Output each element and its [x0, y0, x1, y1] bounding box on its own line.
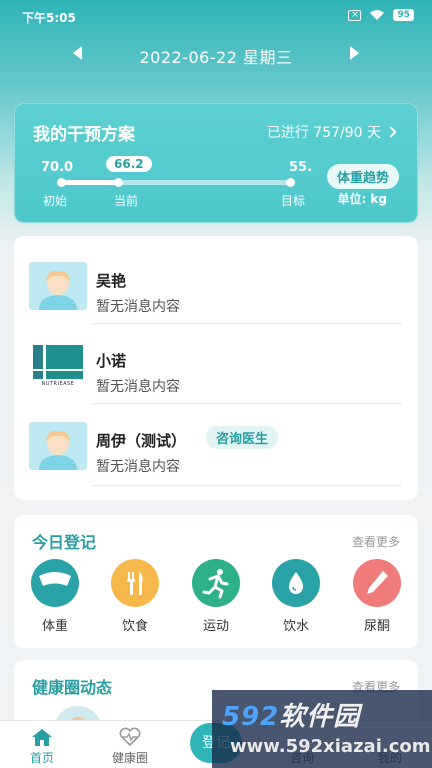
- consult-doctor-tag[interactable]: 咨询医生: [206, 426, 279, 449]
- current-weight-badge: 66.2: [106, 156, 152, 172]
- running-icon: [192, 559, 240, 607]
- status-bar: 下午5:05 × 95: [0, 0, 432, 30]
- contact-message: 暂无消息内容: [96, 379, 180, 395]
- contact-message: 暂无消息内容: [96, 299, 180, 315]
- today-see-more-link[interactable]: 查看更多: [352, 533, 400, 550]
- register-ketone-button[interactable]: 尿酮: [350, 559, 404, 634]
- tab-home[interactable]: 首页: [12, 727, 72, 766]
- wifi-icon: [370, 10, 385, 20]
- tab-label: 健康圈: [111, 751, 148, 765]
- register-weight-button[interactable]: 体重: [28, 559, 82, 634]
- water-drop-icon: [272, 559, 320, 607]
- heart-pulse-icon: [100, 727, 160, 747]
- doctor-avatar: [29, 262, 87, 310]
- test-strip-icon: [353, 559, 401, 607]
- initial-marker: [57, 178, 66, 187]
- chevron-right-icon: [385, 126, 397, 138]
- divider: [92, 403, 402, 404]
- date-bar: 2022-06-22 星期三: [0, 40, 432, 68]
- watermark-number: 592: [222, 702, 280, 732]
- register-label: 饮食: [121, 619, 148, 634]
- contact-item[interactable]: NUTRIEASE 小诺 暂无消息内容: [14, 326, 418, 404]
- weight-trend-button[interactable]: 体重趋势: [326, 164, 399, 189]
- target-marker: [286, 178, 295, 187]
- tab-health-circle[interactable]: 健康圈: [100, 727, 160, 766]
- divider: [92, 323, 402, 324]
- initial-label: 初始: [43, 194, 68, 208]
- register-label: 尿酮: [363, 619, 390, 634]
- divider: [92, 485, 402, 486]
- plan-title: 我的干预方案: [33, 125, 135, 145]
- next-day-icon[interactable]: [350, 46, 359, 60]
- register-diet-button[interactable]: 饮食: [108, 559, 162, 634]
- no-sim-icon: ×: [348, 9, 362, 21]
- intervention-plan-card[interactable]: 我的干预方案 已进行 757/90 天 70.0 66.2 55. 初始 当前 …: [14, 103, 418, 223]
- plan-progress-text: 已进行 757/90 天: [266, 125, 381, 141]
- contacts-card: 吴艳 暂无消息内容 NUTRIEASE 小诺 暂无消息内容 周伊（测试） 咨询医…: [14, 236, 418, 500]
- weight-progress-fill: [59, 180, 118, 185]
- contact-message: 暂无消息内容: [96, 459, 180, 475]
- health-title: 健康圈动态: [32, 678, 113, 697]
- current-date[interactable]: 2022-06-22 星期三: [0, 44, 432, 68]
- contact-name: 小诺: [96, 352, 127, 370]
- initial-weight-value: 70.0: [41, 160, 74, 175]
- register-label: 饮水: [282, 619, 309, 634]
- weight-progress-track: [57, 178, 295, 187]
- current-label: 当前: [114, 194, 139, 208]
- battery-icon: 95: [393, 9, 414, 21]
- contact-item[interactable]: 周伊（测试） 咨询医生 暂无消息内容: [14, 406, 418, 486]
- today-registration-card: 今日登记 查看更多 体重 饮食 运动 饮水 尿酮: [14, 515, 418, 648]
- tab-label: 首页: [29, 751, 54, 765]
- target-label: 目标: [281, 194, 306, 208]
- fork-knife-icon: [111, 559, 159, 607]
- current-marker: [113, 178, 123, 187]
- register-label: 运动: [202, 619, 229, 634]
- target-weight-value: 55.: [289, 160, 313, 175]
- home-icon: [12, 727, 72, 747]
- contact-item[interactable]: 吴艳 暂无消息内容: [14, 246, 418, 324]
- contact-name: 吴艳: [96, 272, 127, 290]
- logo-text: NUTRIEASE: [41, 381, 75, 387]
- watermark-overlay: 592软件园 www.592xiazai.com: [212, 690, 432, 768]
- watermark-url: www.592xiazai.com: [230, 736, 431, 757]
- register-water-button[interactable]: 饮水: [269, 559, 323, 634]
- scale-icon: [31, 559, 79, 607]
- register-exercise-button[interactable]: 运动: [189, 559, 243, 634]
- watermark-brand: 592软件园: [222, 696, 360, 733]
- watermark-brand-text: 软件园: [279, 702, 361, 732]
- status-icons: × 95: [348, 9, 414, 21]
- contact-name: 周伊（测试）: [96, 432, 187, 450]
- register-label: 体重: [41, 619, 68, 634]
- status-time: 下午5:05: [22, 11, 76, 25]
- nutriease-logo: NUTRIEASE: [29, 342, 87, 390]
- unit-label: 单位: kg: [337, 192, 387, 206]
- doctor-avatar: [29, 422, 87, 470]
- today-title: 今日登记: [32, 533, 97, 552]
- plan-progress-link[interactable]: 已进行 757/90 天: [266, 122, 397, 142]
